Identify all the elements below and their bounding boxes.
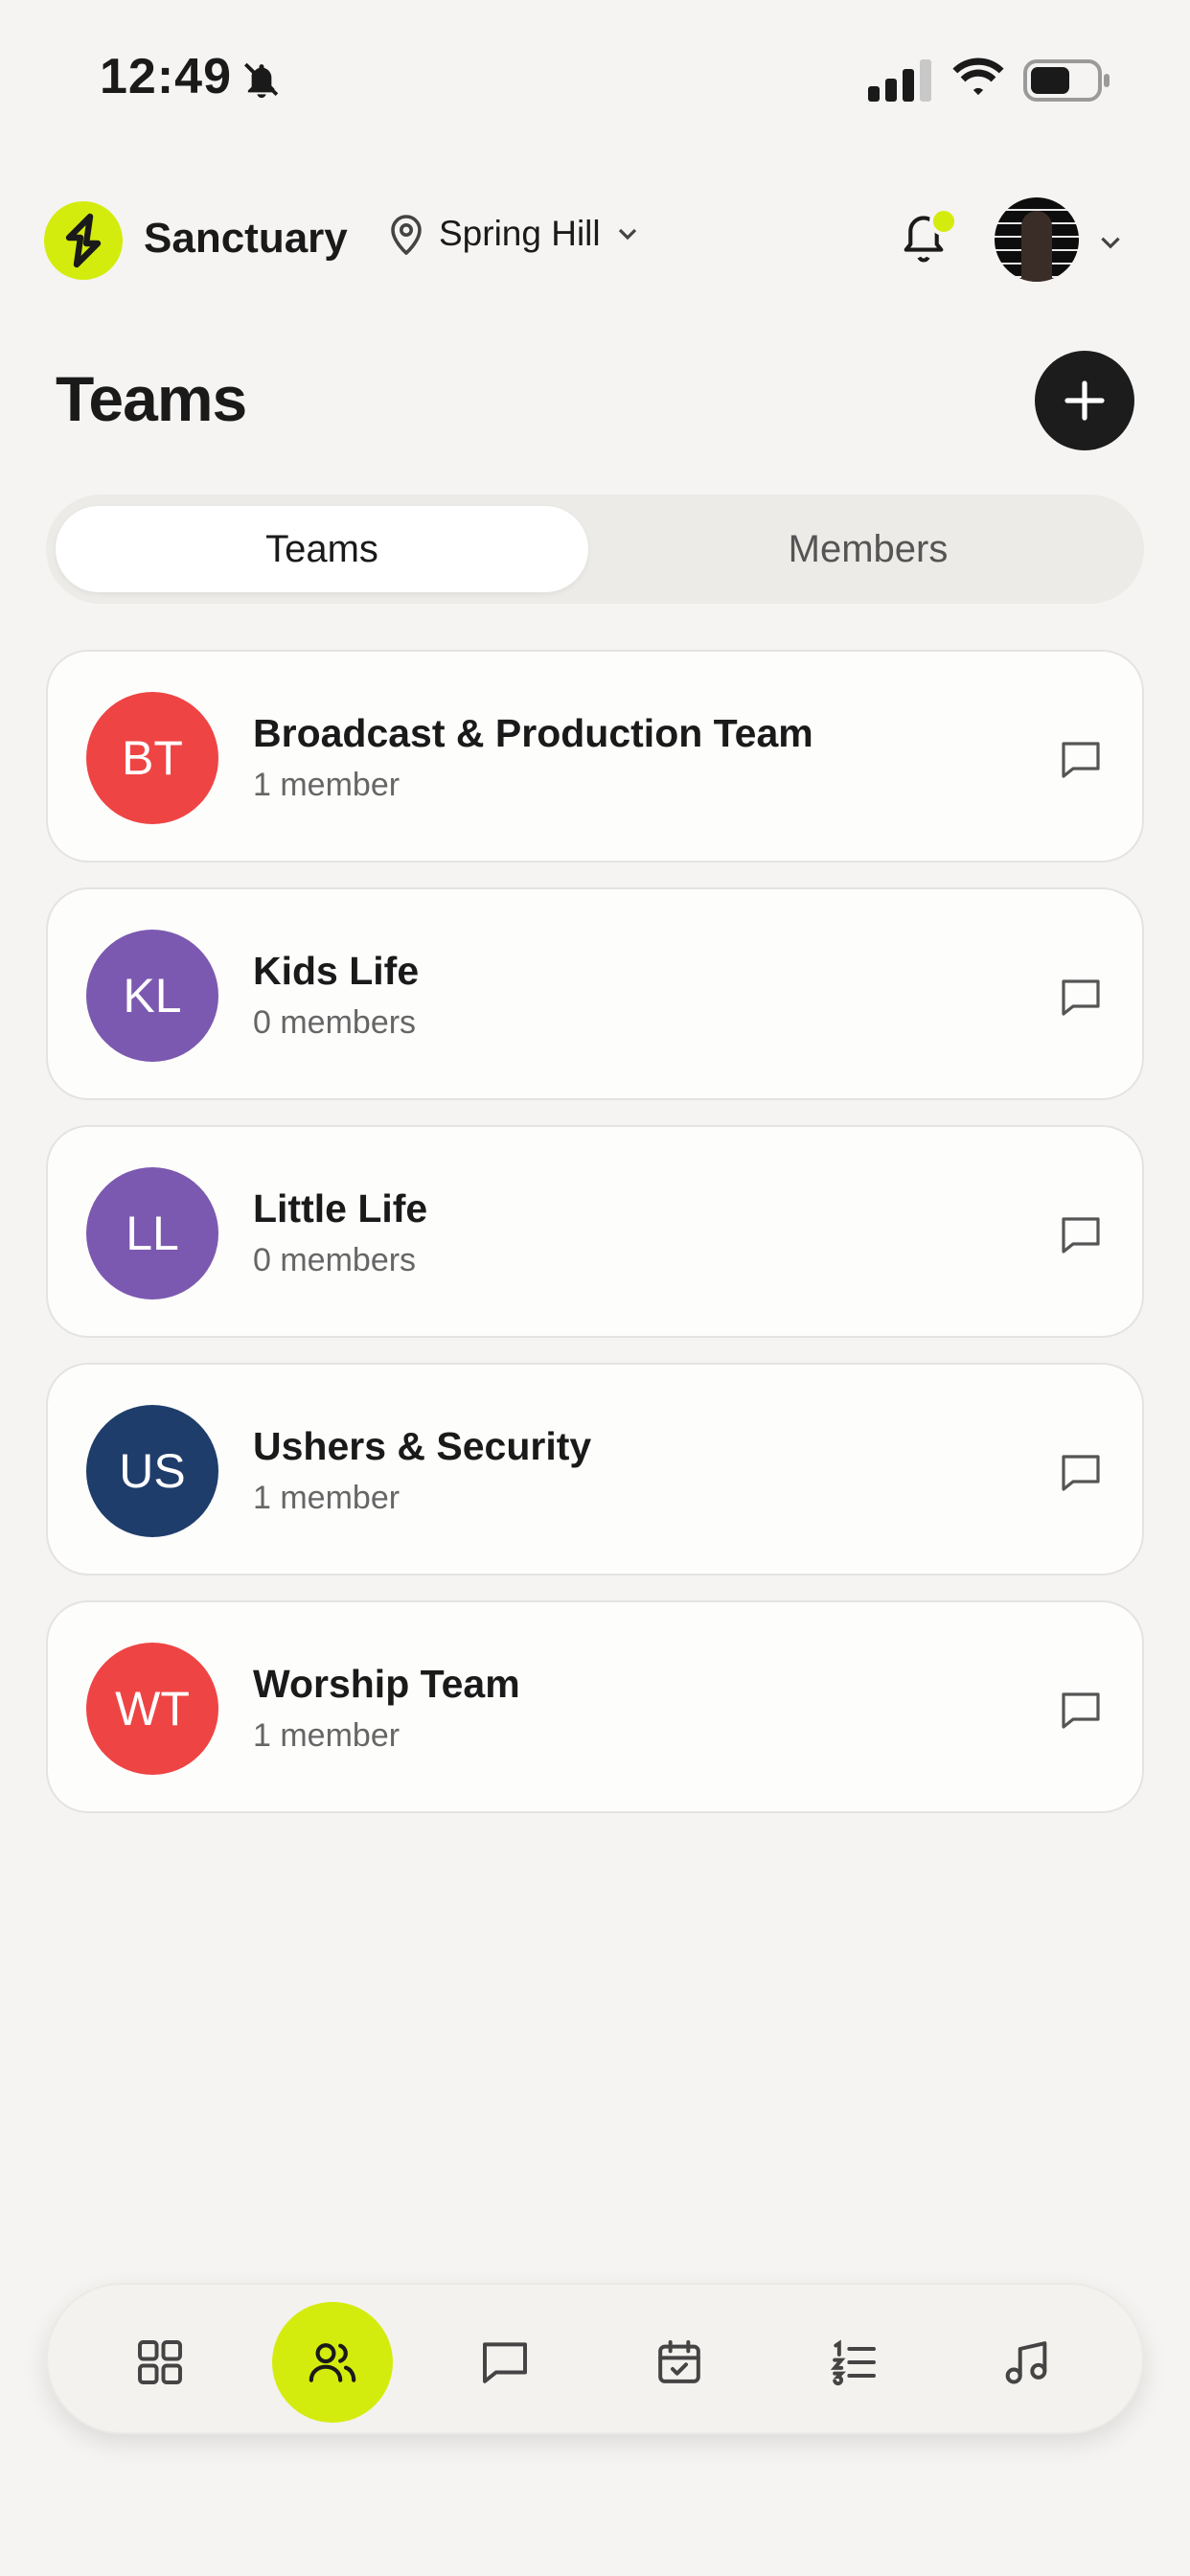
chat-bubble-icon[interactable] xyxy=(1060,740,1102,780)
team-avatar: BT xyxy=(86,692,218,824)
team-member-count: 1 member xyxy=(253,767,400,803)
team-name: Kids Life xyxy=(253,949,420,993)
music-note-icon xyxy=(1005,2341,1047,2384)
chat-bubble-icon[interactable] xyxy=(1060,1690,1102,1731)
team-name: Little Life xyxy=(253,1186,428,1230)
add-team-button[interactable] xyxy=(1035,351,1134,450)
chat-bubble-icon[interactable] xyxy=(1060,1453,1102,1493)
team-card-kids-life[interactable]: KL Kids Life 0 members xyxy=(46,887,1144,1100)
sanctuary-logo[interactable] xyxy=(44,201,123,280)
team-avatar: KL xyxy=(86,930,218,1062)
team-avatar: LL xyxy=(86,1167,218,1300)
team-member-count: 0 members xyxy=(253,1242,417,1278)
grid-icon xyxy=(138,2340,182,2384)
team-member-count: 0 members xyxy=(253,1004,417,1041)
nav-messages[interactable] xyxy=(445,2302,565,2423)
status-time: 12:49 xyxy=(100,49,232,104)
team-avatar: US xyxy=(86,1405,218,1537)
team-name: Ushers & Security xyxy=(253,1424,592,1468)
bottom-navigation xyxy=(46,2283,1144,2434)
app-name: Sanctuary xyxy=(144,215,348,262)
nav-teams[interactable] xyxy=(272,2302,393,2423)
team-name: Broadcast & Production Team xyxy=(253,711,813,755)
team-list: BT Broadcast & Production Team 1 member … xyxy=(46,650,1144,1838)
team-avatar: WT xyxy=(86,1643,218,1775)
nav-music[interactable] xyxy=(966,2302,1087,2423)
users-icon xyxy=(309,2343,356,2382)
calendar-check-icon xyxy=(658,2340,700,2383)
account-chevron-down-icon[interactable] xyxy=(1096,228,1125,257)
user-avatar[interactable] xyxy=(995,197,1079,282)
tab-teams[interactable]: Teams xyxy=(56,506,588,592)
ordered-list-icon xyxy=(830,2339,876,2386)
chevron-down-icon xyxy=(618,228,636,241)
location-name: Spring Hill xyxy=(439,214,601,253)
team-member-count: 1 member xyxy=(253,1717,400,1754)
chat-bubble-icon[interactable] xyxy=(1060,978,1102,1018)
page-title: Teams xyxy=(56,363,247,434)
notification-badge xyxy=(929,207,958,236)
tab-members[interactable]: Members xyxy=(602,506,1134,592)
status-bar: 12:49 xyxy=(0,0,1190,153)
chat-icon xyxy=(483,2342,527,2383)
battery-icon xyxy=(1023,59,1110,102)
nav-lists[interactable] xyxy=(793,2302,914,2423)
app-header: Sanctuary Spring Hill xyxy=(0,192,1190,288)
team-card-ushers-security[interactable]: US Ushers & Security 1 member xyxy=(46,1363,1144,1576)
nav-dashboard[interactable] xyxy=(100,2302,220,2423)
chat-bubble-icon[interactable] xyxy=(1060,1215,1102,1255)
avatar-photo xyxy=(1021,211,1052,282)
team-card-broadcast[interactable]: BT Broadcast & Production Team 1 member xyxy=(46,650,1144,862)
map-pin-icon xyxy=(391,215,422,255)
team-card-worship[interactable]: WT Worship Team 1 member xyxy=(46,1600,1144,1813)
bell-slash-icon xyxy=(243,62,279,99)
teams-members-tabs: Teams Members xyxy=(46,494,1144,604)
cellular-signal-icon xyxy=(868,59,931,102)
nav-calendar[interactable] xyxy=(619,2302,740,2423)
plus-icon xyxy=(1064,380,1105,421)
team-member-count: 1 member xyxy=(253,1480,400,1516)
logo-mark-icon xyxy=(65,213,102,268)
location-selector[interactable]: Spring Hill xyxy=(387,213,641,255)
team-card-little-life[interactable]: LL Little Life 0 members xyxy=(46,1125,1144,1338)
wifi-icon xyxy=(952,58,1004,96)
team-name: Worship Team xyxy=(253,1662,520,1706)
